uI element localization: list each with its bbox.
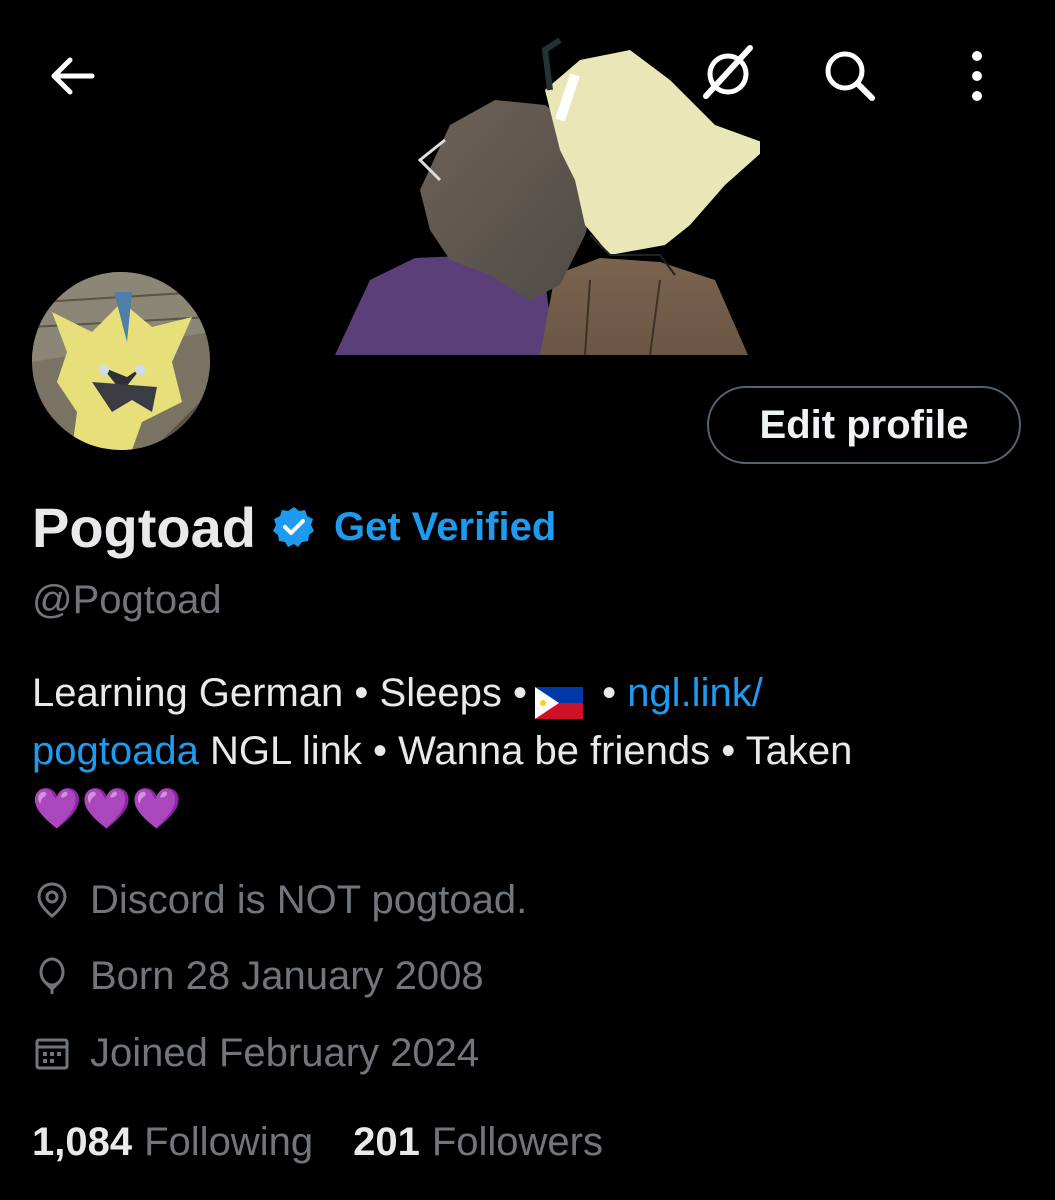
profile-banner[interactable] <box>330 30 770 360</box>
verified-badge-icon[interactable] <box>272 505 316 554</box>
bio-separator: • <box>590 671 628 715</box>
handle: @Pogtoad <box>32 578 222 622</box>
following-count: 1,084 <box>32 1119 133 1164</box>
more-vertical-icon[interactable] <box>962 48 992 104</box>
location-pin-icon <box>37 882 67 918</box>
following-label: Following <box>144 1119 314 1164</box>
bio-link-continued[interactable]: pogtoada <box>32 722 199 780</box>
follow-stats: 1,084 Following 201 Followers <box>32 1114 643 1170</box>
bio: Learning German • Sleeps • • ngl.link/ p… <box>32 664 1022 838</box>
followers-label: Followers <box>431 1119 603 1164</box>
balloon-icon <box>39 957 65 994</box>
followers-link[interactable]: 201 Followers <box>353 1120 603 1165</box>
birthday-row: Born 28 January 2008 <box>32 948 484 1004</box>
followers-count: 201 <box>353 1119 420 1164</box>
bio-line-3: 💜💜💜 <box>32 780 1022 838</box>
following-link[interactable]: 1,084 Following <box>32 1120 313 1165</box>
avatar[interactable] <box>32 272 210 450</box>
bio-text: Learning German • Sleeps • <box>32 671 527 715</box>
name-row: Pogtoad Get Verified <box>32 492 556 562</box>
birthday-text: Born 28 January 2008 <box>90 953 484 998</box>
bio-line-2: pogtoada NGL link • Wanna be friends • T… <box>32 722 1022 780</box>
get-verified-link[interactable]: Get Verified <box>334 505 556 550</box>
location-text: Discord is NOT pogtoad. <box>90 877 528 922</box>
bio-line-1: Learning German • Sleeps • • ngl.link/ <box>32 664 1022 722</box>
edit-profile-button[interactable]: Edit profile <box>707 386 1021 464</box>
calendar-icon <box>35 1038 69 1070</box>
search-icon[interactable] <box>820 46 880 106</box>
slashed-circle-icon[interactable] <box>698 42 758 102</box>
philippines-flag-icon <box>534 677 583 719</box>
back-arrow-icon[interactable] <box>44 48 100 104</box>
location-row: Discord is NOT pogtoad. <box>32 872 527 928</box>
joined-text: Joined February 2024 <box>90 1030 480 1075</box>
purple-hearts-emoji: 💜💜💜 <box>32 787 182 831</box>
bio-text: NGL link • Wanna be friends • Taken <box>198 729 853 773</box>
bio-link[interactable]: ngl.link/ <box>627 664 763 722</box>
joined-row: Joined February 2024 <box>32 1025 479 1081</box>
display-name: Pogtoad <box>32 495 256 559</box>
